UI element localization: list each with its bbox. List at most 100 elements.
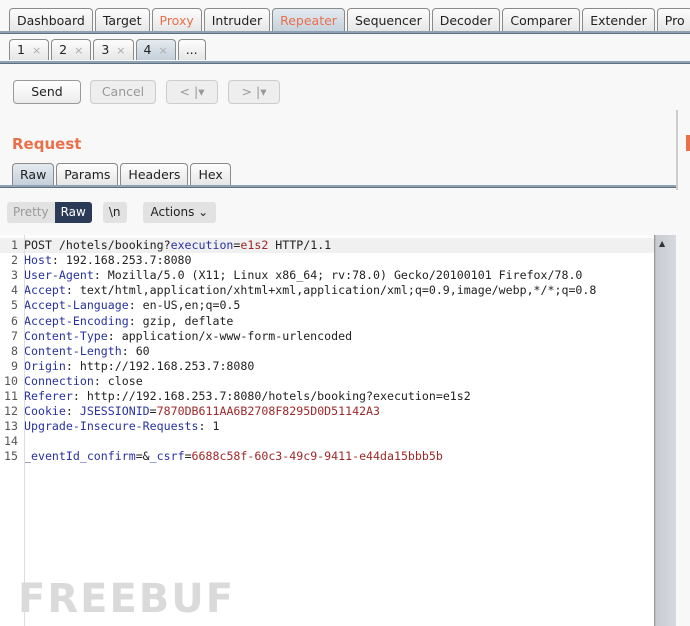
pretty-toggle[interactable]: Pretty (7, 202, 55, 223)
field-name: Cookie (24, 404, 66, 419)
line-number: 1 (11, 238, 18, 252)
field-name: Upgrade-Insecure-Requests (24, 419, 199, 434)
text: : http://192.168.253.7:8080 (65, 358, 255, 373)
code-line: 14 (0, 434, 654, 449)
text: POST /hotels/booking? (24, 238, 171, 252)
field-name: User-Agent (24, 268, 94, 283)
code-line: 12 Cookie: JSESSIONID=7870DB611AA6B2708F8… (0, 404, 654, 419)
request-tab-headers[interactable]: Headers (120, 163, 189, 185)
tab-comparer[interactable]: Comparer (502, 8, 581, 32)
code-line: 13 Upgrade-Insecure-Requests: 1 (0, 419, 654, 434)
code-line: 8 Content-Length: 60 (0, 344, 654, 359)
text: : 192.168.253.7:8080 (51, 253, 192, 268)
code-line: 6 Accept-Encoding: gzip, deflate (0, 314, 654, 329)
code-line: 4 Accept: text/html,application/xhtml+xml… (0, 283, 654, 298)
text: : (65, 404, 80, 419)
repeater-tab-label: 3 (101, 42, 110, 57)
line-content: Connection: close (22, 374, 143, 389)
line-number: 11 (4, 389, 18, 403)
tab-proxy[interactable]: Proxy (151, 8, 202, 32)
repeater-tab-3[interactable]: 3 × (93, 39, 134, 60)
field-name: Connection (24, 373, 94, 388)
scroll-up-icon[interactable]: ▲ (659, 239, 665, 248)
field-name: Accept (24, 283, 66, 298)
tab-dashboard[interactable]: Dashboard (9, 8, 93, 32)
line-number: 10 (4, 373, 18, 388)
line-content: User-Agent: Mozilla/5.0 (X11; Linux x86_… (22, 268, 582, 283)
response-title-edge (686, 135, 690, 151)
field-name: _eventId_confirm (24, 449, 136, 464)
close-icon[interactable]: × (116, 44, 125, 57)
request-tab-raw[interactable]: Raw (12, 163, 55, 185)
close-icon[interactable]: × (74, 44, 83, 57)
actions-dropdown[interactable]: Actions ⌄ (142, 202, 217, 223)
line-number: 2 (11, 253, 18, 268)
code-line: 5 Accept-Language: en-US,en;q=0.5 (0, 298, 654, 313)
freebuf-watermark: FREEBUF (18, 576, 236, 622)
tab-pro[interactable]: Pro (656, 8, 690, 32)
text: : application/x-www-form-urlencoded (107, 328, 353, 343)
main-tab-bar: Dashboard Target Proxy Intruder Repeater Sequ… (0, 8, 690, 32)
line-number: 9 (11, 358, 18, 373)
request-editor[interactable]: 1 POST /hotels/booking?execution=e1s2 HTT… (0, 235, 654, 626)
tab-divider (0, 61, 690, 64)
line-content: Upgrade-Insecure-Requests: 1 (22, 419, 219, 434)
line-content: Content-Length: 60 (22, 344, 150, 359)
tab-sequencer[interactable]: Sequencer (346, 8, 430, 32)
field-name: Origin (24, 358, 66, 373)
tab-target[interactable]: Target (94, 8, 150, 32)
tab-divider (0, 185, 676, 188)
close-icon[interactable]: × (32, 44, 41, 57)
tab-decoder[interactable]: Decoder (431, 8, 501, 32)
field-value: 7870DB611AA6B2708F8295D0D51142A3 (156, 404, 381, 419)
raw-toggle[interactable]: Raw (54, 202, 92, 223)
pane-divider[interactable] (676, 110, 678, 190)
line-number: 7 (11, 328, 18, 343)
repeater-tab-4[interactable]: 4 × (135, 39, 176, 60)
request-tab-hex[interactable]: Hex (190, 163, 231, 185)
repeater-tab-5[interactable]: ... (177, 39, 206, 60)
line-content: Host: 192.168.253.7:8080 (22, 253, 192, 268)
field-name: _csrf (149, 449, 185, 464)
tab-extender[interactable]: Extender (582, 8, 655, 32)
line-number: 6 (11, 313, 18, 328)
line-content: Accept-Encoding: gzip, deflate (22, 314, 233, 329)
request-view-tabs: Raw Params Headers Hex (0, 163, 231, 185)
tab-repeater[interactable]: Repeater (272, 8, 345, 32)
repeater-tab-label: 4 (143, 42, 152, 57)
forward-button[interactable]: > |▾ (228, 80, 280, 104)
field-name: Referer (24, 389, 73, 403)
text: : Mozilla/5.0 (X11; Linux x86_64; rv:78.… (93, 268, 583, 283)
field-name: Host (24, 253, 52, 268)
text: : close (93, 373, 143, 388)
repeater-tab-label: 1 (17, 42, 25, 57)
field-name: Accept-Language (24, 298, 129, 313)
field-name: JSESSIONID (79, 404, 150, 419)
text: HTTP/1.1 (268, 238, 332, 252)
newline-toggle[interactable]: \n (102, 202, 127, 223)
cancel-button[interactable]: Cancel (90, 80, 156, 104)
back-button[interactable]: < |▾ (166, 80, 218, 104)
repeater-tab-2[interactable]: 2 × (51, 39, 92, 60)
field-name: Content-Type (24, 328, 108, 343)
repeater-tab-1[interactable]: 1 × (9, 39, 50, 60)
line-number: 14 (4, 434, 18, 449)
view-toggle: Pretty Raw \n Actions ⌄ (7, 202, 217, 223)
request-title: Request (12, 135, 82, 153)
text: = (184, 449, 192, 464)
line-content: Origin: http://192.168.253.7:8080 (22, 359, 254, 374)
repeater-tab-bar: 1 × 2 × 3 × 4 ×... (0, 39, 206, 60)
send-button[interactable]: Send (13, 80, 81, 104)
line-content: POST /hotels/booking?execution=e1s2 HTTP… (22, 238, 331, 253)
editor-scrollbar[interactable]: ▲ (654, 235, 676, 626)
line-number: 8 (11, 343, 18, 358)
text: : text/html,application/xhtml+xml,applic… (65, 283, 597, 298)
repeater-tab-label: 2 (59, 42, 68, 57)
text: : 1 (198, 419, 220, 434)
text: =& (135, 449, 150, 464)
line-content: _eventId_confirm=&_csrf=6688c58f-60c3-49… (22, 449, 443, 464)
close-icon[interactable]: × (158, 44, 167, 57)
request-tab-params[interactable]: Params (56, 163, 119, 185)
text: : 60 (121, 343, 150, 358)
tab-intruder[interactable]: Intruder (203, 8, 271, 32)
